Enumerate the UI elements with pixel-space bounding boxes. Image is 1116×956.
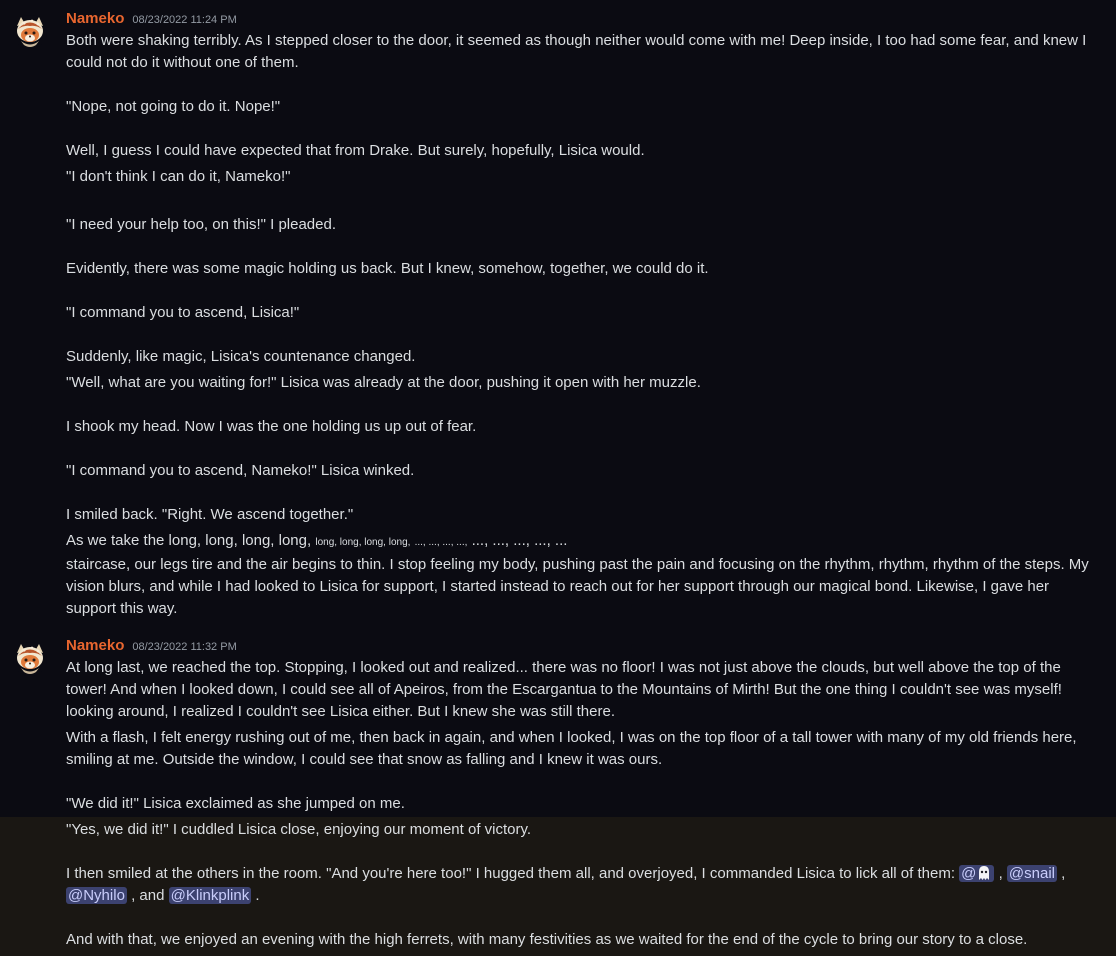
ghost-icon bbox=[979, 866, 990, 880]
separator: , bbox=[1061, 865, 1066, 882]
message-text: Evidently, there was some magic holding … bbox=[66, 260, 709, 277]
message-text-staircase: As we take the long, long, long, long, l… bbox=[66, 530, 1096, 554]
avatar[interactable] bbox=[12, 14, 48, 50]
separator: , bbox=[998, 865, 1003, 882]
message-content: Nameko 08/23/2022 11:32 PM At long last,… bbox=[66, 635, 1096, 951]
username[interactable]: Nameko bbox=[66, 635, 124, 657]
message-text: Well, I guess I could have expected that… bbox=[66, 142, 645, 159]
message-text: And with that, we enjoyed an evening wit… bbox=[66, 931, 1028, 948]
message-text: With a flash, I felt energy rushing out … bbox=[66, 729, 1077, 768]
mention-snail[interactable]: @snail bbox=[1006, 865, 1057, 882]
message-text: "I need your help too, on this!" I plead… bbox=[66, 216, 336, 233]
message-text: "I don't think I can do it, Nameko!" bbox=[66, 168, 291, 185]
message-text: "Yes, we did it!" I cuddled Lisica close… bbox=[66, 821, 532, 838]
staircase-text-normal: As we take the long, long, long, long, bbox=[66, 532, 312, 549]
message-text: staircase, our legs tire and the air beg… bbox=[66, 556, 1089, 617]
message-text: "I command you to ascend, Lisica!" bbox=[66, 304, 300, 321]
message-text: "Well, what are you waiting for!" Lisica… bbox=[66, 374, 701, 391]
mention-ghost[interactable]: @ bbox=[959, 865, 995, 882]
separator: , and bbox=[131, 887, 165, 904]
timestamp[interactable]: 08/23/2022 11:32 PM bbox=[132, 636, 236, 658]
username[interactable]: Nameko bbox=[66, 8, 124, 30]
message-content: Nameko 08/23/2022 11:24 PM Both were sha… bbox=[66, 8, 1096, 620]
message-header: Nameko 08/23/2022 11:24 PM bbox=[66, 8, 1096, 30]
mention-nyhilo[interactable]: @Nyhilo bbox=[66, 887, 127, 904]
staircase-text-dots: ..., ..., ..., ..., ... bbox=[471, 532, 568, 549]
fox-mushroom-avatar-icon bbox=[13, 15, 47, 49]
separator: . bbox=[255, 887, 260, 904]
mention-at: @ bbox=[961, 865, 977, 882]
chat-log: Nameko 08/23/2022 11:24 PM Both were sha… bbox=[0, 0, 1116, 956]
message-text: I then smiled at the others in the room.… bbox=[66, 865, 955, 882]
avatar[interactable] bbox=[12, 641, 48, 677]
message-text: "Nope, not going to do it. Nope!" bbox=[66, 98, 281, 115]
message-text: At long last, we reached the top. Stoppi… bbox=[66, 659, 1062, 720]
message-text: "We did it!" Lisica exclaimed as she jum… bbox=[66, 795, 405, 812]
message-text: Suddenly, like magic, Lisica's countenan… bbox=[66, 348, 416, 365]
staircase-text-dots-small: ..., ..., ..., ..., bbox=[414, 537, 468, 548]
message-header: Nameko 08/23/2022 11:32 PM bbox=[66, 635, 1096, 657]
message-text: Both were shaking terribly. As I stepped… bbox=[66, 32, 1087, 71]
staircase-text-small: long, long, long, long, bbox=[315, 537, 411, 548]
message-text-mentions: I then smiled at the others in the room.… bbox=[66, 863, 1096, 907]
message-text: "I command you to ascend, Nameko!" Lisic… bbox=[66, 462, 415, 479]
timestamp[interactable]: 08/23/2022 11:24 PM bbox=[132, 9, 236, 31]
fox-mushroom-avatar-icon bbox=[13, 642, 47, 676]
mention-klinkplink[interactable]: @Klinkplink bbox=[168, 887, 252, 904]
message-text: I smiled back. "Right. We ascend togethe… bbox=[66, 506, 354, 523]
message-text: I shook my head. Now I was the one holdi… bbox=[66, 418, 477, 435]
